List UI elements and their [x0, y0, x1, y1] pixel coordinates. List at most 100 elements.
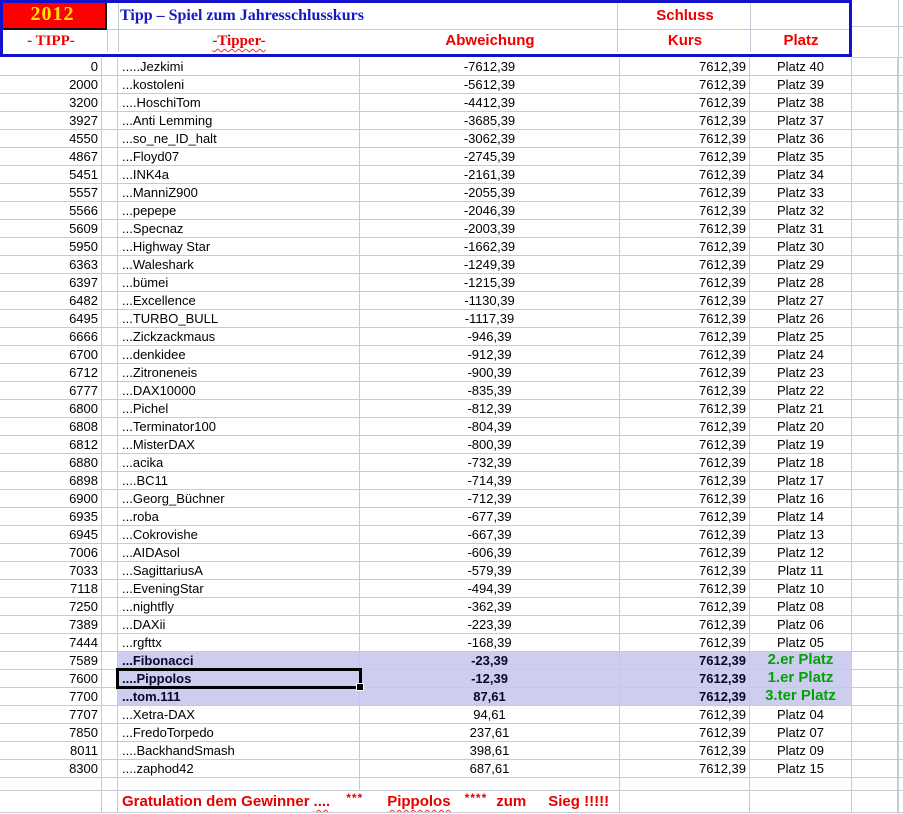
cell-empty[interactable]: [852, 490, 898, 507]
cell-platz[interactable]: 1.er Platz: [750, 670, 852, 687]
cell-kurs[interactable]: 7612,39: [620, 130, 750, 147]
cell-tipp[interactable]: 6808: [0, 418, 102, 435]
cell-tipp[interactable]: 6397: [0, 274, 102, 291]
cell-tipper[interactable]: ...Terminator100: [118, 418, 360, 435]
cell-abweichung[interactable]: 94,61: [360, 706, 620, 723]
cell-kurs[interactable]: 7612,39: [620, 58, 750, 75]
cell-empty[interactable]: [852, 292, 898, 309]
cell-abweichung[interactable]: -2055,39: [360, 184, 620, 201]
cell-tipp[interactable]: 7589: [0, 652, 102, 669]
cell-tipper[interactable]: ...Cokrovishe: [118, 526, 360, 543]
cell-abweichung[interactable]: -946,39: [360, 328, 620, 345]
cell-tipper[interactable]: ...bümei: [118, 274, 360, 291]
cell-spacer[interactable]: [102, 472, 118, 489]
cell-empty[interactable]: [852, 526, 898, 543]
cell-platz[interactable]: Platz 18: [750, 454, 852, 471]
cell-spacer[interactable]: [102, 670, 118, 687]
cell-tipp[interactable]: 7600: [0, 670, 102, 687]
cell-empty[interactable]: [852, 148, 898, 165]
cell-platz[interactable]: Platz 25: [750, 328, 852, 345]
cell-tipper[interactable]: ...AIDAsol: [118, 544, 360, 561]
cell-kurs[interactable]: 7612,39: [620, 436, 750, 453]
cell-tipp[interactable]: 6777: [0, 382, 102, 399]
cell-kurs[interactable]: 7612,39: [620, 364, 750, 381]
cell-empty[interactable]: [852, 706, 898, 723]
cell-abweichung[interactable]: -579,39: [360, 562, 620, 579]
cell-spacer[interactable]: [102, 562, 118, 579]
cell-tipp[interactable]: 3927: [0, 112, 102, 129]
cell-kurs[interactable]: 7612,39: [620, 526, 750, 543]
cell-tipp[interactable]: 7118: [0, 580, 102, 597]
cell-tipper[interactable]: ...rgfttx: [118, 634, 360, 651]
cell-abweichung[interactable]: -23,39: [360, 652, 620, 669]
cell-spacer[interactable]: [102, 706, 118, 723]
cell-spacer[interactable]: [102, 508, 118, 525]
cell-kurs[interactable]: 7612,39: [620, 166, 750, 183]
cell-empty[interactable]: [852, 58, 898, 75]
cell-spacer[interactable]: [102, 328, 118, 345]
cell-empty[interactable]: [852, 184, 898, 201]
cell-spacer[interactable]: [102, 634, 118, 651]
cell-tipper[interactable]: ...TURBO_BULL: [118, 310, 360, 327]
column-header-kurs-line2[interactable]: Kurs: [620, 30, 750, 52]
cell-tipper[interactable]: ...Pichel: [118, 400, 360, 417]
cell-spacer[interactable]: [102, 652, 118, 669]
cell-tipp[interactable]: 7850: [0, 724, 102, 741]
cell-empty[interactable]: [852, 76, 898, 93]
cell-platz[interactable]: Platz 33: [750, 184, 852, 201]
cell-tipp[interactable]: [0, 791, 102, 812]
cell-spacer[interactable]: [102, 724, 118, 741]
cell-platz[interactable]: Platz 31: [750, 220, 852, 237]
cell-spacer[interactable]: [102, 292, 118, 309]
cell-abweichung[interactable]: -2046,39: [360, 202, 620, 219]
cell-abweichung[interactable]: -3062,39: [360, 130, 620, 147]
cell-kurs[interactable]: 7612,39: [620, 346, 750, 363]
cell-kurs[interactable]: 7612,39: [620, 724, 750, 741]
cell-empty[interactable]: [852, 364, 898, 381]
cell-platz[interactable]: Platz 24: [750, 346, 852, 363]
cell-tipp[interactable]: 6898: [0, 472, 102, 489]
cell-empty[interactable]: [852, 778, 898, 790]
cell-spacer[interactable]: [102, 688, 118, 705]
cell-spacer[interactable]: [102, 490, 118, 507]
cell-empty[interactable]: [852, 634, 898, 651]
column-header-tipp[interactable]: - TIPP-: [0, 30, 102, 52]
cell-empty[interactable]: [852, 580, 898, 597]
cell-tipp[interactable]: 0: [0, 58, 102, 75]
cell-tipper[interactable]: ...Zickzackmaus: [118, 328, 360, 345]
cell-tipp[interactable]: 4550: [0, 130, 102, 147]
cell-empty[interactable]: [852, 472, 898, 489]
cell-abweichung[interactable]: -677,39: [360, 508, 620, 525]
cell-abweichung[interactable]: -800,39: [360, 436, 620, 453]
cell-tipper[interactable]: ...FredoTorpedo: [118, 724, 360, 741]
cell-abweichung[interactable]: 237,61: [360, 724, 620, 741]
cell-tipp[interactable]: 5566: [0, 202, 102, 219]
cell-tipp[interactable]: 6945: [0, 526, 102, 543]
cell-kurs[interactable]: 7612,39: [620, 328, 750, 345]
cell-abweichung[interactable]: 687,61: [360, 760, 620, 777]
cell-kurs[interactable]: 7612,39: [620, 184, 750, 201]
cell-kurs[interactable]: 7612,39: [620, 760, 750, 777]
cell-platz[interactable]: Platz 21: [750, 400, 852, 417]
cell-platz[interactable]: Platz 30: [750, 238, 852, 255]
cell-kurs[interactable]: 7612,39: [620, 688, 750, 705]
cell-kurs[interactable]: 7612,39: [620, 292, 750, 309]
cell-spacer[interactable]: [102, 436, 118, 453]
cell-platz[interactable]: Platz 22: [750, 382, 852, 399]
cell-spacer[interactable]: [102, 364, 118, 381]
cell-tipper[interactable]: ...Fibonacci: [118, 652, 360, 669]
cell-spacer[interactable]: [102, 544, 118, 561]
cell-empty[interactable]: [852, 598, 898, 615]
cell-abweichung[interactable]: -2003,39: [360, 220, 620, 237]
cell-empty[interactable]: [852, 670, 898, 687]
cell-kurs[interactable]: 7612,39: [620, 598, 750, 615]
cell-abweichung[interactable]: -12,39: [360, 670, 620, 687]
cell-platz[interactable]: Platz 12: [750, 544, 852, 561]
cell-empty[interactable]: [852, 382, 898, 399]
cell-empty[interactable]: [852, 508, 898, 525]
cell-platz[interactable]: Platz 27: [750, 292, 852, 309]
cell-tipp[interactable]: 6363: [0, 256, 102, 273]
cell-empty[interactable]: [852, 724, 898, 741]
cell-tipp[interactable]: 3200: [0, 94, 102, 111]
cell-tipper[interactable]: ...acika: [118, 454, 360, 471]
